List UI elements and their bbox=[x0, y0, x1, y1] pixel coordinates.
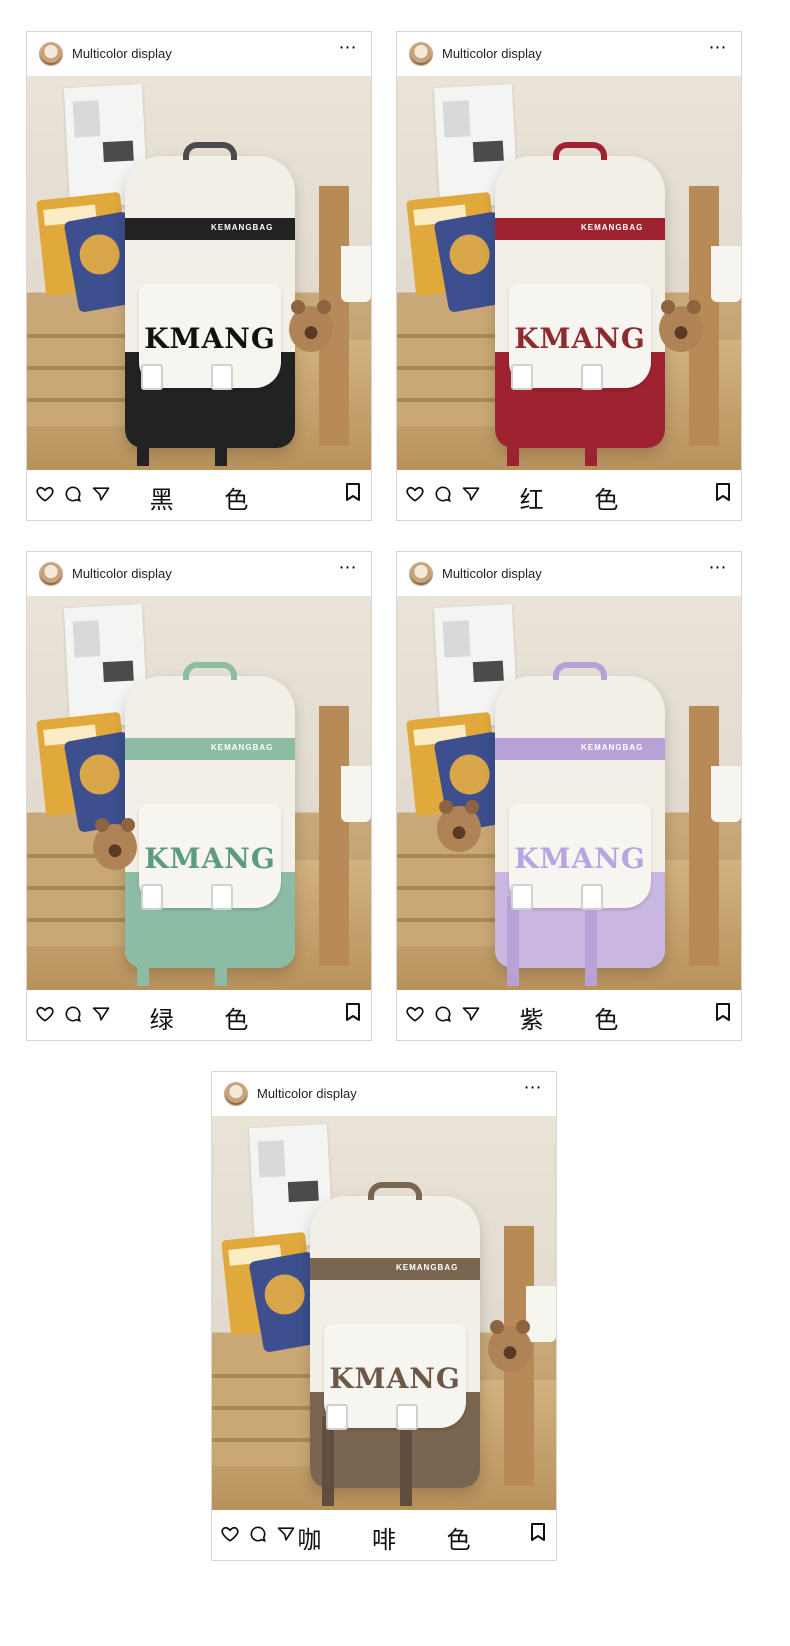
avatar[interactable] bbox=[224, 1082, 248, 1106]
post-header: Multicolor display ⋯ bbox=[27, 32, 371, 76]
paper-cup bbox=[341, 766, 371, 822]
backpack-logo: KMANG bbox=[144, 322, 276, 355]
avatar[interactable] bbox=[409, 562, 433, 586]
post-card: Multicolor display ⋯ KEMANGBAG KMANG 黑 色 bbox=[26, 31, 372, 521]
bookmark-icon[interactable] bbox=[345, 482, 361, 502]
post-actions: 红 色 bbox=[397, 470, 741, 520]
bear-keychain bbox=[659, 300, 703, 352]
backpack-stripe-text: KEMANGBAG bbox=[211, 743, 274, 752]
avatar[interactable] bbox=[39, 42, 63, 66]
backpack-buckle-left bbox=[511, 884, 533, 910]
backpack-buckle-left bbox=[141, 884, 163, 910]
username[interactable]: Multicolor display bbox=[72, 46, 172, 61]
post-actions: 咖 啡 色 bbox=[212, 1510, 556, 1560]
backpack-stripe-text: KEMANGBAG bbox=[211, 223, 274, 232]
bookmark-icon[interactable] bbox=[715, 1002, 731, 1022]
backpack-handle bbox=[183, 662, 237, 680]
bear-keychain bbox=[488, 1320, 532, 1372]
post-card: Multicolor display ⋯ KEMANGBAG KMANG 绿 色 bbox=[26, 551, 372, 1041]
bookmark-icon[interactable] bbox=[530, 1522, 546, 1542]
post-card: Multicolor display ⋯ KEMANGBAG KMANG 咖 啡… bbox=[211, 1071, 557, 1561]
wooden-shelf bbox=[212, 1346, 322, 1466]
more-icon[interactable]: ⋯ bbox=[335, 558, 361, 580]
backpack: KEMANGBAG KMANG bbox=[310, 1182, 480, 1506]
more-icon[interactable]: ⋯ bbox=[335, 38, 361, 60]
post-photo[interactable]: KEMANGBAG KMANG bbox=[397, 76, 741, 470]
color-label: 黑 色 bbox=[149, 487, 271, 514]
post-photo[interactable]: KEMANGBAG KMANG bbox=[397, 596, 741, 990]
username[interactable]: Multicolor display bbox=[442, 46, 542, 61]
backpack-buckle-right bbox=[581, 884, 603, 910]
paper-cup bbox=[711, 766, 741, 822]
post-actions: 绿 色 bbox=[27, 990, 371, 1040]
backpack-handle bbox=[183, 142, 237, 160]
backpack-handle bbox=[368, 1182, 422, 1200]
post-photo[interactable]: KEMANGBAG KMANG bbox=[27, 596, 371, 990]
bear-keychain bbox=[93, 818, 137, 870]
post-photo[interactable]: KEMANGBAG KMANG bbox=[27, 76, 371, 470]
bookmark-icon[interactable] bbox=[345, 1002, 361, 1022]
color-label: 紫 色 bbox=[519, 1007, 641, 1034]
chair bbox=[689, 706, 719, 966]
more-icon[interactable]: ⋯ bbox=[520, 1078, 546, 1100]
backpack-stripe-text: KEMANGBAG bbox=[581, 223, 644, 232]
paper-cup bbox=[711, 246, 741, 302]
backpack-buckle-left bbox=[141, 364, 163, 390]
backpack: KEMANGBAG KMANG bbox=[495, 662, 665, 986]
backpack-buckle-right bbox=[211, 884, 233, 910]
backpack-buckle-left bbox=[511, 364, 533, 390]
username[interactable]: Multicolor display bbox=[257, 1086, 357, 1101]
more-icon[interactable]: ⋯ bbox=[705, 558, 731, 580]
backpack: KEMANGBAG KMANG bbox=[495, 142, 665, 466]
backpack-handle bbox=[553, 662, 607, 680]
post-header: Multicolor display ⋯ bbox=[27, 552, 371, 596]
post-header: Multicolor display ⋯ bbox=[212, 1072, 556, 1116]
paper-cup bbox=[526, 1286, 556, 1342]
backpack: KEMANGBAG KMANG bbox=[125, 662, 295, 986]
bookmark-icon[interactable] bbox=[715, 482, 731, 502]
backpack-logo: KMANG bbox=[514, 322, 646, 355]
backpack-buckle-right bbox=[581, 364, 603, 390]
more-icon[interactable]: ⋯ bbox=[705, 38, 731, 60]
avatar[interactable] bbox=[39, 562, 63, 586]
backpack-stripe-text: KEMANGBAG bbox=[581, 743, 644, 752]
avatar[interactable] bbox=[409, 42, 433, 66]
post-actions: 黑 色 bbox=[27, 470, 371, 520]
backpack-buckle-right bbox=[396, 1404, 418, 1430]
color-label: 绿 色 bbox=[149, 1007, 271, 1034]
bear-keychain bbox=[289, 300, 333, 352]
username[interactable]: Multicolor display bbox=[442, 566, 542, 581]
wooden-shelf bbox=[397, 306, 507, 426]
backpack-logo: KMANG bbox=[514, 842, 646, 875]
bear-keychain bbox=[437, 800, 481, 852]
post-card: Multicolor display ⋯ KEMANGBAG KMANG 紫 色 bbox=[396, 551, 742, 1041]
post-header: Multicolor display ⋯ bbox=[397, 32, 741, 76]
post-header: Multicolor display ⋯ bbox=[397, 552, 741, 596]
backpack-logo: KMANG bbox=[144, 842, 276, 875]
backpack-handle bbox=[553, 142, 607, 160]
color-label: 咖 啡 色 bbox=[297, 1527, 493, 1554]
post-card: Multicolor display ⋯ KEMANGBAG KMANG 红 色 bbox=[396, 31, 742, 521]
post-actions: 紫 色 bbox=[397, 990, 741, 1040]
wooden-shelf bbox=[27, 306, 137, 426]
backpack-logo: KMANG bbox=[329, 1362, 461, 1395]
backpack-buckle-right bbox=[211, 364, 233, 390]
username[interactable]: Multicolor display bbox=[72, 566, 172, 581]
paper-cup bbox=[341, 246, 371, 302]
color-label: 红 色 bbox=[519, 487, 641, 514]
backpack-stripe-text: KEMANGBAG bbox=[396, 1263, 459, 1272]
post-photo[interactable]: KEMANGBAG KMANG bbox=[212, 1116, 556, 1510]
chair bbox=[319, 706, 349, 966]
backpack: KEMANGBAG KMANG bbox=[125, 142, 295, 466]
backpack-buckle-left bbox=[326, 1404, 348, 1430]
